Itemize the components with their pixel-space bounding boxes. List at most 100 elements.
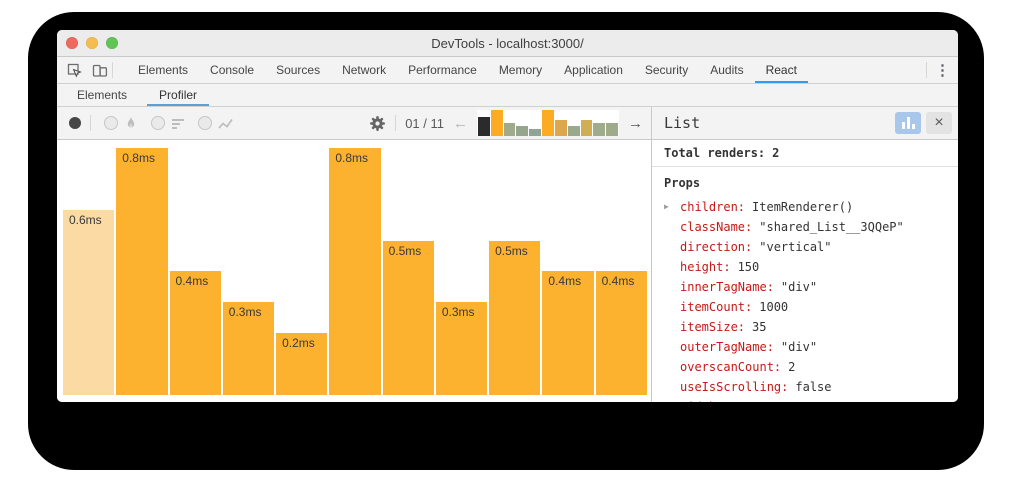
prop-value: 1000 [759,300,788,314]
next-commit-icon[interactable]: → [628,116,643,131]
ranked-view-toggle[interactable] [151,116,185,130]
gear-icon[interactable] [369,115,386,132]
tabbar-right: ⋮ [926,57,958,83]
commit-bar[interactable]: 0.5ms [383,241,434,395]
flamegraph-radio[interactable] [104,116,118,130]
flamegraph-view-toggle[interactable] [104,116,138,130]
commit-bar[interactable]: 0.8ms [329,148,380,395]
total-renders-row: Total renders: 2 [652,140,958,167]
tab-react[interactable]: React [755,57,808,83]
prop-name: outerTagName: [680,340,774,354]
prop-value: "div" [781,280,817,294]
bar-label: 0.3ms [442,305,475,319]
tab-console[interactable]: Console [199,57,265,83]
bar-label: 0.4ms [176,274,209,288]
toolbar-separator [926,62,927,78]
interactions-radio[interactable] [198,116,212,130]
close-panel-button[interactable]: × [926,112,952,134]
commit-bar[interactable]: 0.4ms [170,271,221,395]
commit-bar[interactable]: 0.6ms [63,210,114,395]
prop-name: children: [680,200,745,214]
prop-value: "div" [781,340,817,354]
tab-performance[interactable]: Performance [397,57,488,83]
prop-row: innerTagName: "div" [664,277,958,297]
tab-application[interactable]: Application [553,57,634,83]
zoom-window-button[interactable] [106,37,118,49]
commit-bar[interactable]: 0.4ms [542,271,593,395]
mini-commit-bar[interactable] [529,129,541,136]
profiler-left-pane: 01 / 11 ← → 0.6ms0.8ms0.4ms0.3ms0.2ms0.8… [57,107,651,402]
profiler-toolbar: 01 / 11 ← → [57,107,651,140]
tab-network[interactable]: Network [331,57,397,83]
view-component-chart-button[interactable] [895,112,921,134]
prop-name: className: [680,220,752,234]
commit-bar[interactable]: 0.4ms [596,271,647,395]
mini-commit-bar[interactable] [581,120,593,136]
commit-bar[interactable]: 0.5ms [489,241,540,395]
tab-audits[interactable]: Audits [699,57,754,83]
previous-commit-icon[interactable]: ← [453,116,468,131]
mini-commit-bar[interactable] [516,126,528,136]
minimize-window-button[interactable] [86,37,98,49]
commit-bar[interactable]: 0.3ms [223,302,274,395]
prop-row: className:"shared_List__3QQeP" [664,217,958,237]
tab-memory[interactable]: Memory [488,57,553,83]
expander-triangle-icon[interactable]: ▶ [664,202,669,211]
tab-security[interactable]: Security [634,57,699,83]
prop-value: false [795,380,831,394]
interactions-chart-icon [218,117,233,130]
window-title: DevTools - localhost:3000/ [431,36,583,51]
subtab-profiler[interactable]: Profiler [147,84,209,106]
prop-row: itemSize:35 [664,317,958,337]
mini-commit-bar[interactable] [568,126,580,136]
prop-name: itemSize: [680,320,745,334]
component-details-pane: List × Total renders: 2 Props ▶children:… [651,107,958,402]
component-panel-header: List × [652,107,958,140]
prop-row: height:150 [664,257,958,277]
tab-sources[interactable]: Sources [265,57,331,83]
prop-row: direction:"vertical" [664,237,958,257]
record-icon[interactable] [69,117,81,129]
mini-commit-bar[interactable] [555,120,567,136]
ranked-radio[interactable] [151,116,165,130]
interactions-view-toggle[interactable] [198,116,233,130]
prop-name: innerTagName: [680,280,774,294]
mini-commit-bar[interactable] [606,123,618,136]
devtools-tool-icons [57,57,112,83]
prop-name: width: [680,400,723,402]
devtools-tabbar: ElementsConsoleSourcesNetworkPerformance… [57,57,958,84]
close-window-button[interactable] [66,37,78,49]
bar-label: 0.8ms [335,151,368,165]
react-profiler-content: 01 / 11 ← → 0.6ms0.8ms0.4ms0.3ms0.2ms0.8… [57,107,958,402]
more-options-icon[interactable]: ⋮ [935,63,950,78]
bar-label: 0.4ms [602,274,635,288]
prop-row: outerTagName: "div" [664,337,958,357]
mini-commit-bar[interactable] [593,123,605,136]
mini-commit-bar[interactable] [478,117,490,136]
tab-elements[interactable]: Elements [127,57,199,83]
bar-label: 0.5ms [495,244,528,258]
commit-bar[interactable]: 0.3ms [436,302,487,395]
toolbar-separator [90,115,91,131]
bar-label: 0.4ms [548,274,581,288]
commit-bar[interactable]: 0.8ms [116,148,167,395]
bar-label: 0.3ms [229,305,262,319]
subtab-elements[interactable]: Elements [65,84,139,106]
inspect-element-icon[interactable] [67,63,82,78]
mini-commit-bar[interactable] [504,123,516,136]
prop-name: itemCount: [680,300,752,314]
chart-bars: 0.6ms0.8ms0.4ms0.3ms0.2ms0.8ms0.5ms0.3ms… [63,148,647,395]
mini-commit-bar[interactable] [542,110,554,136]
prop-value: 150 [738,260,760,274]
selected-component-name: List [664,114,890,132]
toolbar-separator [112,62,113,78]
device-toolbar-icon[interactable] [92,63,108,78]
commit-bar[interactable]: 0.2ms [276,333,327,395]
bar-chart-icon [902,117,915,129]
prop-row: useIsScrolling:false [664,377,958,397]
mini-commit-bar[interactable] [491,110,503,136]
props-section: Props ▶children:ItemRenderer()className:… [652,167,958,402]
prop-value: 2 [788,360,795,374]
commit-selector-minichart[interactable] [477,110,619,136]
prop-value: 300 [730,400,752,402]
